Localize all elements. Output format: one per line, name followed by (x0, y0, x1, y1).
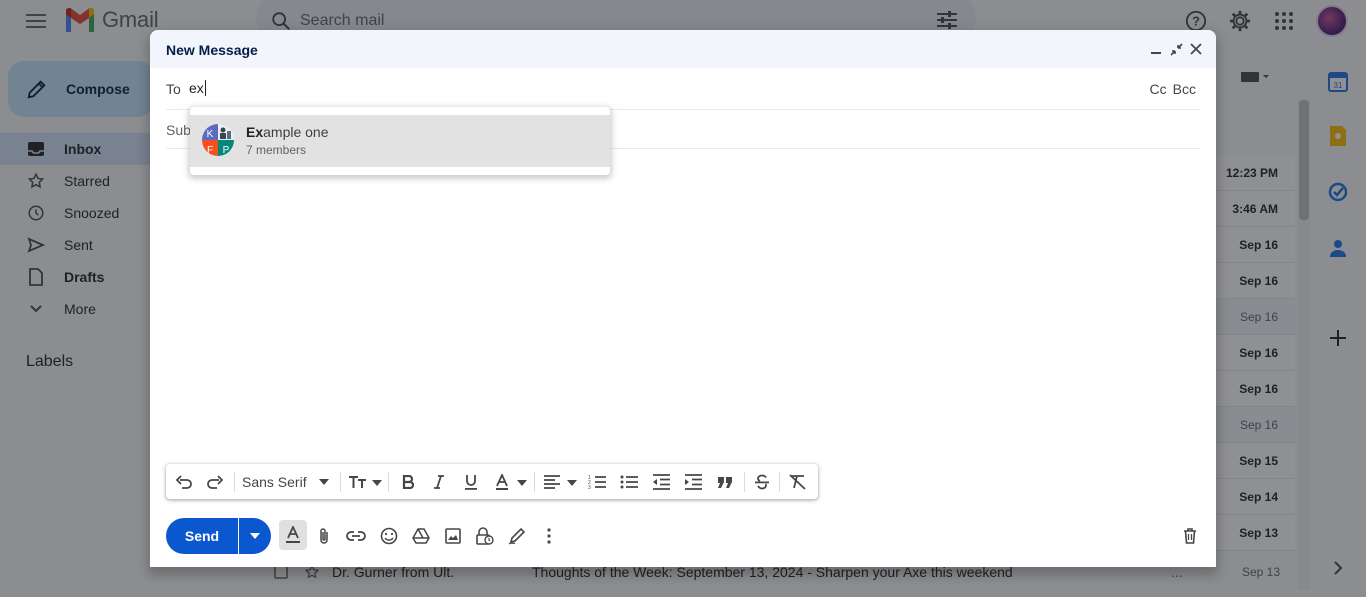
clear-formatting-icon (789, 473, 806, 490)
to-field[interactable]: To ex Cc Bcc (166, 68, 1200, 110)
compose-dialog: New Message To ex Cc Bcc Sub K F P Examp… (150, 30, 1216, 567)
undo-button[interactable] (174, 471, 194, 492)
font-select[interactable]: Sans Serif (242, 471, 336, 492)
avatar-letter: F (207, 145, 213, 156)
toolbar-divider (234, 472, 235, 492)
more-options-button[interactable] (538, 525, 560, 547)
font-select-value: Sans Serif (242, 473, 307, 490)
suggestion-name: Example one (246, 124, 329, 140)
pen-icon (508, 527, 526, 545)
redo-icon (207, 474, 223, 489)
lock-clock-icon (476, 527, 494, 545)
underline-button[interactable] (461, 471, 481, 492)
indent-more-icon (685, 473, 702, 490)
send-button[interactable]: Send (166, 518, 238, 554)
drive-icon (412, 528, 430, 544)
numbered-list-button[interactable]: 123 (586, 471, 608, 492)
indent-more-button[interactable] (682, 471, 704, 492)
link-icon (346, 531, 366, 541)
toolbar-divider (388, 472, 389, 492)
strikethrough-icon (755, 474, 769, 489)
schedule-send-button[interactable] (239, 518, 271, 554)
insert-emoji-button[interactable] (378, 525, 400, 547)
toolbar-divider (779, 472, 780, 492)
formatting-toolbar: Sans Serif 123 (166, 464, 818, 499)
text-format-icon (286, 526, 300, 543)
numbered-list-icon: 123 (588, 475, 606, 490)
dropdown-arrow-icon (250, 533, 260, 539)
cc-link[interactable]: Cc (1150, 81, 1167, 97)
toolbar-divider (744, 472, 745, 492)
align-left-icon (544, 474, 577, 489)
minimize-button[interactable] (1148, 41, 1164, 57)
insert-drive-button[interactable] (410, 525, 432, 547)
recipient-suggestions: K F P Example one 7 members (190, 107, 610, 175)
confidential-mode-button[interactable] (474, 525, 496, 547)
bulleted-list-icon (620, 475, 638, 488)
bold-button[interactable] (398, 471, 418, 492)
to-input[interactable]: ex (189, 80, 206, 96)
redo-button[interactable] (205, 471, 225, 492)
exit-fullscreen-icon (1169, 42, 1183, 56)
avatar-letter: K (207, 129, 214, 140)
text-color-button[interactable] (494, 471, 528, 492)
bold-icon (402, 474, 414, 489)
photo-icon (445, 528, 461, 544)
quote-icon (718, 476, 732, 488)
dropdown-arrow-icon (318, 478, 329, 485)
italic-button[interactable] (429, 471, 449, 492)
close-icon (1190, 43, 1202, 55)
indent-less-icon (653, 473, 670, 490)
text-caret (204, 80, 206, 96)
italic-icon (434, 474, 444, 489)
insert-link-button[interactable] (345, 525, 367, 547)
text-size-icon (349, 475, 382, 488)
undo-icon (176, 474, 192, 489)
discard-draft-button[interactable] (1179, 525, 1201, 547)
exit-fullscreen-button[interactable] (1168, 41, 1184, 57)
align-button[interactable] (542, 471, 578, 492)
font-size-button[interactable] (348, 471, 382, 492)
cc-bcc-links: Cc Bcc (1144, 81, 1196, 97)
formatting-options-button[interactable] (279, 520, 307, 550)
paperclip-icon (320, 528, 328, 544)
suggestion-members: 7 members (246, 143, 307, 157)
subject-input[interactable]: Sub (166, 122, 191, 138)
avatar-letter: P (223, 145, 230, 156)
more-vert-icon (547, 528, 551, 544)
toolbar-divider (534, 472, 535, 492)
attach-button[interactable] (313, 525, 335, 547)
toolbar-divider (340, 472, 341, 492)
close-button[interactable] (1188, 41, 1204, 57)
quote-button[interactable] (714, 471, 736, 492)
emoji-icon (380, 527, 398, 545)
trash-icon (1184, 528, 1196, 544)
bulleted-list-button[interactable] (618, 471, 640, 492)
underline-icon (465, 474, 477, 490)
minimize-icon (1151, 52, 1161, 54)
group-avatar: K F P (202, 124, 234, 156)
strikethrough-button[interactable] (751, 471, 773, 492)
text-color-icon (496, 473, 527, 490)
suggestion-name-match: Ex (246, 124, 264, 140)
suggestion-name-rest: ample one (263, 124, 329, 140)
compose-title: New Message (166, 42, 258, 58)
bcc-link[interactable]: Bcc (1173, 81, 1196, 97)
insert-photo-button[interactable] (442, 525, 464, 547)
insert-signature-button[interactable] (506, 525, 528, 547)
svg-text:3: 3 (588, 485, 591, 490)
remove-formatting-button[interactable] (787, 471, 809, 492)
indent-less-button[interactable] (650, 471, 672, 492)
compose-header: New Message (150, 30, 1216, 68)
suggestion-item[interactable]: K F P Example one 7 members (190, 115, 610, 167)
to-input-text: ex (189, 80, 204, 96)
to-label: To (166, 81, 181, 97)
